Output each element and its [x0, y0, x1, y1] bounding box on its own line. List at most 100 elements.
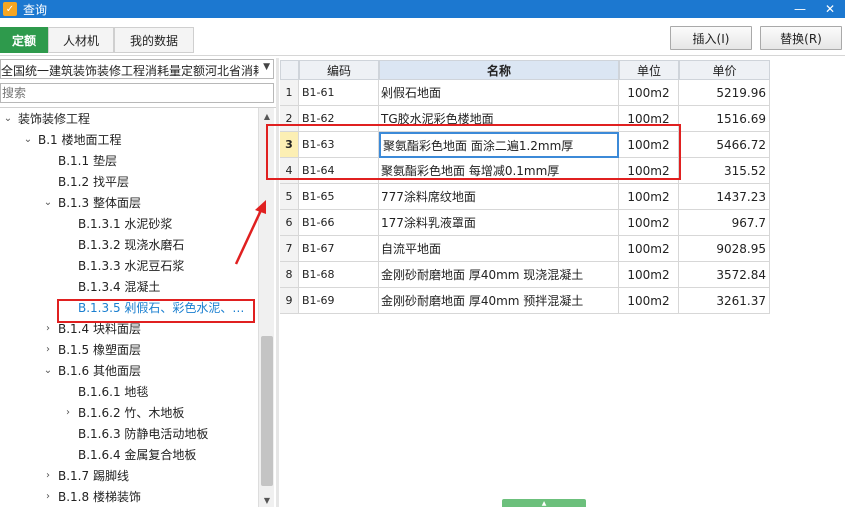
cell-name[interactable]: 177涂料乳液罩面 — [379, 210, 619, 236]
tree-node[interactable]: › B.1.7 踢脚线 — [42, 465, 129, 486]
tab-labor-material-machine[interactable]: 人材机 — [48, 27, 114, 53]
cell-price[interactable]: 967.7 — [679, 210, 770, 236]
tree-node[interactable]: ⌄ B.1 楼地面工程 — [22, 129, 122, 150]
tree-node[interactable]: B.1.3.2 现浇水磨石 — [62, 234, 184, 255]
cell-price[interactable]: 1516.69 — [679, 106, 770, 132]
tree-node-label: B.1.3.2 现浇水磨石 — [78, 238, 185, 252]
row-number[interactable]: 5 — [280, 184, 299, 210]
tree-node-label: B.1 楼地面工程 — [38, 133, 122, 147]
tree-node[interactable]: B.1.3.4 混凝土 — [62, 276, 160, 297]
tree-node[interactable]: › B.1.5 橡塑面层 — [42, 339, 141, 360]
tab-my-data[interactable]: 我的数据 — [114, 27, 194, 53]
expand-icon[interactable]: › — [42, 491, 54, 502]
expand-icon[interactable]: › — [42, 470, 54, 481]
tree-node[interactable]: ⌄ B.1.3 整体面层 — [42, 192, 141, 213]
quota-library-value: 全国统一建筑装饰装修工程消耗量定额河北省消耗 — [1, 64, 259, 78]
row-number[interactable]: 7 — [280, 236, 299, 262]
row-number[interactable]: 1 — [280, 80, 299, 106]
tree-node[interactable]: B.1.3.1 水泥砂浆 — [62, 213, 172, 234]
cell-code[interactable]: B1-65 — [299, 184, 379, 210]
cell-code[interactable]: B1-69 — [299, 288, 379, 314]
collapse-icon[interactable]: ⌄ — [2, 113, 14, 124]
cell-code[interactable]: B1-61 — [299, 80, 379, 106]
cell-price[interactable]: 1437.23 — [679, 184, 770, 210]
cell-price[interactable]: 3261.37 — [679, 288, 770, 314]
scroll-up-icon[interactable]: ▲ — [259, 108, 275, 124]
cell-unit[interactable]: 100m2 — [619, 184, 679, 210]
window-title: 查询 — [23, 2, 48, 17]
tree-node[interactable]: B.1.3.3 水泥豆石浆 — [62, 255, 184, 276]
scrollbar-thumb[interactable] — [261, 336, 273, 486]
tree-node[interactable]: B.1.6.3 防静电活动地板 — [62, 423, 208, 444]
cell-code[interactable]: B1-66 — [299, 210, 379, 236]
tree-node-label: B.1.6.2 竹、木地板 — [78, 406, 185, 420]
tree-node-label: B.1.6.4 金属复合地板 — [78, 448, 197, 462]
tree-node-label: B.1.3 整体面层 — [58, 196, 141, 210]
cell-code[interactable]: B1-67 — [299, 236, 379, 262]
search-input[interactable] — [0, 83, 274, 103]
column-header-code[interactable]: 编码 — [299, 60, 379, 80]
cell-name[interactable]: 金刚砂耐磨地面 厚40mm 预拌混凝土 — [379, 288, 619, 314]
insert-button[interactable]: 插入(I) — [670, 26, 752, 50]
tree-node-label: B.1.3.4 混凝土 — [78, 280, 161, 294]
tree-node[interactable]: B.1.1 垫层 — [42, 150, 117, 171]
tree-node-label: 装饰装修工程 — [18, 112, 91, 126]
expand-icon[interactable]: › — [42, 323, 54, 334]
cell-name[interactable]: 777涂料席纹地面 — [379, 184, 619, 210]
row-number[interactable]: 8 — [280, 262, 299, 288]
expand-icon[interactable]: › — [42, 344, 54, 355]
tree-node[interactable]: B.1.2 找平层 — [42, 171, 129, 192]
scroll-down-icon[interactable]: ▼ — [259, 492, 275, 507]
tree-node-label: B.1.5 橡塑面层 — [58, 343, 141, 357]
quota-tree: ⌄ 装饰装修工程 ⌄ B.1 楼地面工程 B.1.1 垫层 B.1.2 找平层 … — [0, 107, 276, 507]
cell-price[interactable]: 315.52 — [679, 158, 770, 184]
row-number[interactable]: 6 — [280, 210, 299, 236]
column-header-name[interactable]: 名称 — [379, 60, 619, 80]
cell-unit[interactable]: 100m2 — [619, 288, 679, 314]
tree-node-label: B.1.6.3 防静电活动地板 — [78, 427, 209, 441]
tree-node-label: B.1.3.3 水泥豆石浆 — [78, 259, 185, 273]
quota-library-select[interactable]: 全国统一建筑装饰装修工程消耗量定额河北省消耗 ▼ — [0, 59, 274, 79]
splitter-grip-icon[interactable]: ▲ — [502, 499, 586, 507]
app-icon: ✓ — [3, 2, 17, 16]
title-bar: ✓ 查询 — ✕ — [0, 0, 845, 18]
tree-node-label: B.1.6 其他面层 — [58, 364, 141, 378]
cell-price[interactable]: 9028.95 — [679, 236, 770, 262]
tree-node[interactable]: › B.1.8 楼梯装饰 — [42, 486, 141, 507]
row-number[interactable]: 9 — [280, 288, 299, 314]
expand-icon[interactable]: › — [62, 407, 74, 418]
close-icon[interactable]: ✕ — [818, 0, 842, 18]
column-header-price[interactable]: 单价 — [679, 60, 770, 80]
tree-node[interactable]: B.1.6.4 金属复合地板 — [62, 444, 196, 465]
tree-node[interactable]: › B.1.6.2 竹、木地板 — [62, 402, 184, 423]
minimize-icon[interactable]: — — [788, 0, 812, 18]
left-panel: 全国统一建筑装饰装修工程消耗量定额河北省消耗 ▼ ⌄ 装饰装修工程 ⌄ B.1 … — [0, 58, 276, 507]
dropdown-arrow-icon[interactable]: ▼ — [263, 62, 270, 72]
cell-unit[interactable]: 100m2 — [619, 236, 679, 262]
tree-node[interactable]: ⌄ 装饰装修工程 — [2, 108, 90, 129]
collapse-icon[interactable]: ⌄ — [42, 365, 54, 376]
tab-quota[interactable]: 定额 — [0, 27, 48, 53]
cell-price[interactable]: 5219.96 — [679, 80, 770, 106]
cell-price[interactable]: 5466.72 — [679, 132, 770, 158]
cell-unit[interactable]: 100m2 — [619, 262, 679, 288]
column-header-index — [280, 60, 299, 80]
collapse-icon[interactable]: ⌄ — [42, 197, 54, 208]
collapse-icon[interactable]: ⌄ — [22, 134, 34, 145]
annotation-arrow — [234, 200, 266, 265]
tree-node-label: B.1.1 垫层 — [58, 154, 117, 168]
cell-name[interactable]: 自流平地面 — [379, 236, 619, 262]
cell-name[interactable]: 金刚砂耐磨地面 厚40mm 现浇混凝土 — [379, 262, 619, 288]
tab-bar: 定额 人材机 我的数据 插入(I) 替换(R) — [0, 18, 845, 56]
cell-unit[interactable]: 100m2 — [619, 80, 679, 106]
column-header-unit[interactable]: 单位 — [619, 60, 679, 80]
tree-node-label: B.1.7 踢脚线 — [58, 469, 129, 483]
replace-button[interactable]: 替换(R) — [760, 26, 842, 50]
tree-node[interactable]: B.1.6.1 地毯 — [62, 381, 148, 402]
cell-code[interactable]: B1-68 — [299, 262, 379, 288]
cell-unit[interactable]: 100m2 — [619, 210, 679, 236]
cell-name[interactable]: 剁假石地面 — [379, 80, 619, 106]
cell-price[interactable]: 3572.84 — [679, 262, 770, 288]
tree-node[interactable]: ⌄ B.1.6 其他面层 — [42, 360, 141, 381]
annotation-row-box — [266, 124, 681, 180]
